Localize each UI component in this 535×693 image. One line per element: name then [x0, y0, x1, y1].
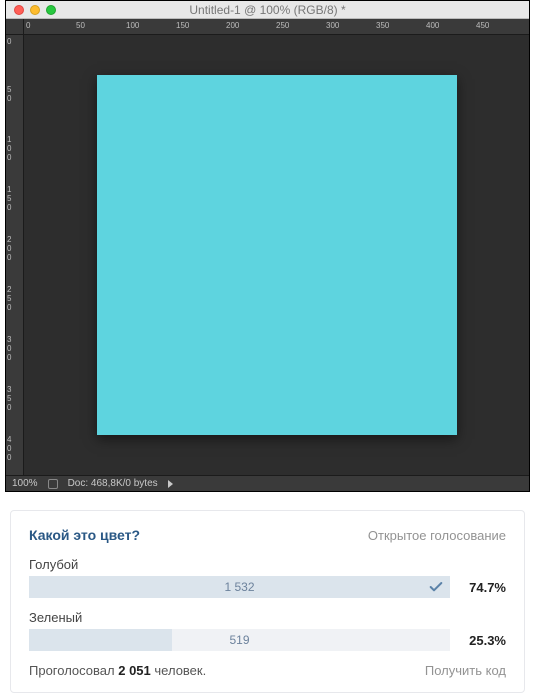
- ruler-tick: 300: [326, 21, 339, 30]
- statusbar-icon[interactable]: [48, 479, 58, 489]
- poll-option[interactable]: Голубой 1 532 74.7%: [29, 557, 506, 598]
- ruler-vertical[interactable]: 0 5 0 1 0 0 1 5 0 2 0 0 2 5 0 3 0 0 3 5 …: [6, 35, 24, 475]
- zoom-icon[interactable]: [46, 5, 56, 15]
- poll-total-number: 2 051: [118, 663, 151, 678]
- ruler-origin[interactable]: [6, 19, 24, 35]
- ruler-tick: 1 0 0: [7, 135, 23, 162]
- ruler-tick: 50: [76, 21, 85, 30]
- ruler-tick: 2 0 0: [7, 235, 23, 262]
- poll-header: Какой это цвет? Открытое голосование: [29, 527, 506, 543]
- poll-total-suffix: человек.: [151, 663, 206, 678]
- poll-option[interactable]: Зеленый 519 25.3%: [29, 610, 506, 651]
- close-icon[interactable]: [14, 5, 24, 15]
- poll-option-label: Голубой: [29, 557, 506, 572]
- statusbar-menu-icon[interactable]: [168, 480, 173, 488]
- canvas-area[interactable]: [24, 35, 529, 475]
- ruler-tick: 2 5 0: [7, 285, 23, 312]
- photoshop-window: Untitled-1 @ 100% (RGB/8) * 0 50 100 150…: [5, 0, 530, 492]
- ruler-tick: 4 0 0: [7, 435, 23, 462]
- ruler-tick: 450: [476, 21, 489, 30]
- poll-footer: Проголосовал 2 051 человек. Получить код: [29, 663, 506, 678]
- poll-total: Проголосовал 2 051 человек.: [29, 663, 206, 678]
- checkmark-icon: [428, 579, 444, 598]
- canvas[interactable]: [97, 75, 457, 435]
- ruler-tick: 5 0: [7, 85, 23, 103]
- window-controls: [14, 5, 56, 15]
- ruler-tick: 200: [226, 21, 239, 30]
- poll-bar[interactable]: 519: [29, 629, 450, 651]
- poll-card: Какой это цвет? Открытое голосование Гол…: [10, 510, 525, 693]
- poll-option-label: Зеленый: [29, 610, 506, 625]
- minimize-icon[interactable]: [30, 5, 40, 15]
- ruler-tick: 400: [426, 21, 439, 30]
- poll-type-label: Открытое голосование: [368, 528, 506, 543]
- poll-percent: 25.3%: [460, 633, 506, 648]
- ruler-tick: 0: [7, 37, 23, 46]
- ruler-tick: 250: [276, 21, 289, 30]
- poll-question: Какой это цвет?: [29, 527, 140, 543]
- poll-percent: 74.7%: [460, 580, 506, 595]
- zoom-level[interactable]: 100%: [12, 478, 38, 489]
- ruler-tick: 3 0 0: [7, 335, 23, 362]
- ruler-tick: 150: [176, 21, 189, 30]
- ruler-horizontal[interactable]: 0 50 100 150 200 250 300 350 400 450: [24, 19, 529, 35]
- ruler-tick: 350: [376, 21, 389, 30]
- status-bar: 100% Doc: 468,8K/0 bytes: [6, 475, 529, 491]
- doc-info: Doc: 468,8K/0 bytes: [68, 478, 158, 489]
- ruler-tick: 3 5 0: [7, 385, 23, 412]
- poll-vote-count: 1 532: [29, 576, 450, 598]
- ruler-tick: 1 5 0: [7, 185, 23, 212]
- poll-total-prefix: Проголосовал: [29, 663, 118, 678]
- document-title: Untitled-1 @ 100% (RGB/8) *: [6, 3, 529, 17]
- poll-bar[interactable]: 1 532: [29, 576, 450, 598]
- ruler-tick: 0: [26, 21, 30, 30]
- poll-vote-count: 519: [29, 629, 450, 651]
- get-code-link[interactable]: Получить код: [425, 663, 506, 678]
- window-titlebar[interactable]: Untitled-1 @ 100% (RGB/8) *: [6, 1, 529, 19]
- ruler-tick: 100: [126, 21, 139, 30]
